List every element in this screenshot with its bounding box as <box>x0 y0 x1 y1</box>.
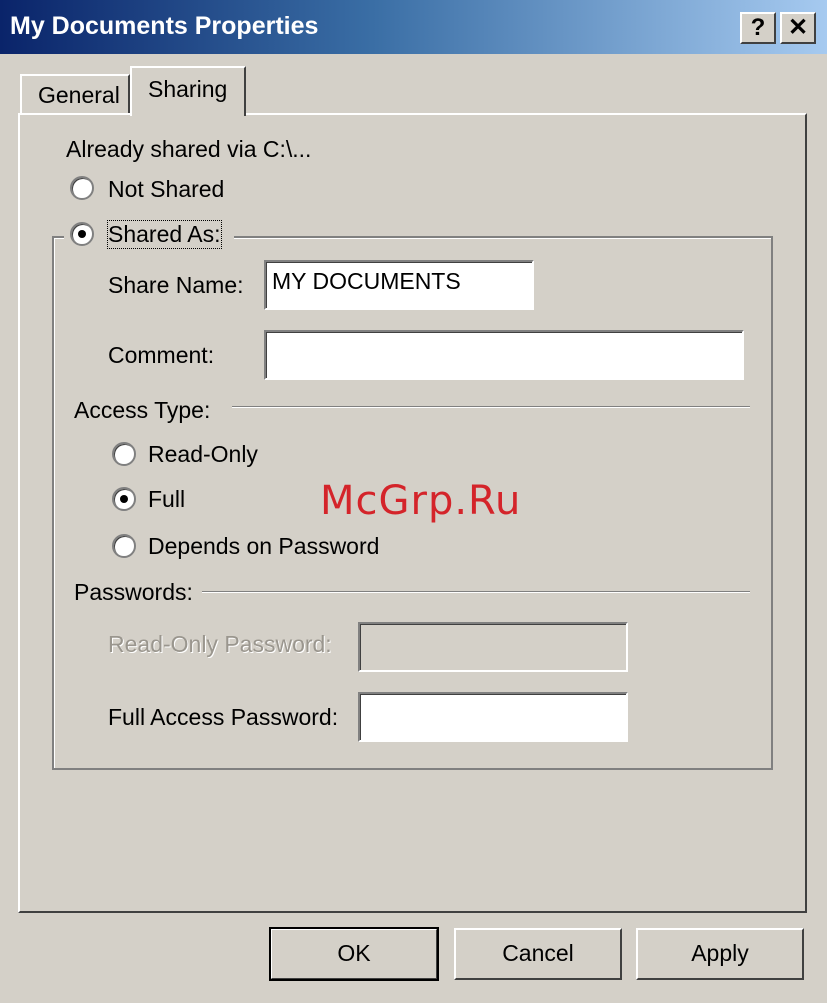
depends-on-password-label[interactable]: Depends on Password <box>148 533 379 560</box>
passwords-label: Passwords: <box>74 579 193 605</box>
read-only-label[interactable]: Read-Only <box>148 441 258 468</box>
apply-button[interactable]: Apply <box>636 928 804 980</box>
comment-input[interactable] <box>264 330 744 380</box>
passwords-divider <box>202 591 750 593</box>
share-name-label: Share Name: <box>108 272 244 298</box>
tab-general[interactable]: General <box>20 74 130 114</box>
full-access-password-input[interactable] <box>358 692 628 742</box>
not-shared-radio[interactable] <box>70 176 94 200</box>
full-access-password-label: Full Access Password: <box>108 704 339 730</box>
properties-dialog: My Documents Properties ? ✕ General Shar… <box>0 0 827 1003</box>
tab-sharing[interactable]: Sharing <box>130 66 246 116</box>
full-radio[interactable] <box>112 487 136 511</box>
read-only-radio[interactable] <box>112 442 136 466</box>
not-shared-label[interactable]: Not Shared <box>108 176 224 203</box>
cancel-button[interactable]: Cancel <box>454 928 622 980</box>
shared-as-label[interactable]: Shared As: <box>107 220 222 249</box>
already-shared-label: Already shared via C:\... <box>66 136 312 162</box>
title-bar[interactable]: My Documents Properties ? ✕ <box>0 0 827 54</box>
shared-as-radio[interactable] <box>70 222 94 246</box>
help-icon: ? <box>750 14 766 41</box>
access-type-label: Access Type: <box>74 397 211 423</box>
read-only-password-input <box>358 622 628 672</box>
close-icon: ✕ <box>787 14 809 41</box>
watermark: McGrp.Ru <box>320 478 522 524</box>
help-button[interactable]: ? <box>740 12 776 44</box>
access-type-divider <box>232 406 750 408</box>
close-button[interactable]: ✕ <box>780 12 816 44</box>
comment-label: Comment: <box>108 342 215 368</box>
depends-on-password-radio[interactable] <box>112 534 136 558</box>
ok-button[interactable]: OK <box>269 927 439 981</box>
share-name-input[interactable]: MY DOCUMENTS <box>264 260 534 310</box>
read-only-password-label: Read-Only Password: <box>108 631 332 657</box>
window-title: My Documents Properties <box>10 12 319 40</box>
full-label[interactable]: Full <box>148 486 185 513</box>
